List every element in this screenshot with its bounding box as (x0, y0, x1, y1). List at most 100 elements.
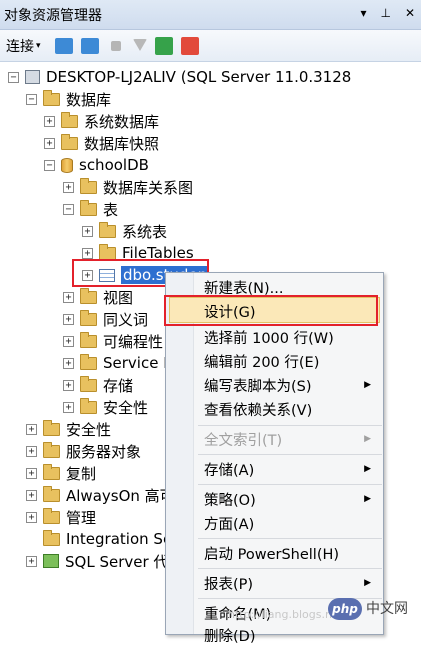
menu-item-facets[interactable]: 方面(A) (204, 511, 379, 535)
tree-node-diagrams[interactable]: + 数据库关系图 (63, 176, 193, 198)
tree-node-system-databases[interactable]: + 系统数据库 (44, 110, 159, 132)
tree-label: schoolDB (79, 156, 149, 174)
menu-label: 报表(P) (204, 576, 254, 593)
expand-icon[interactable]: + (82, 247, 93, 259)
watermark-badge: php (328, 598, 362, 620)
tree-node-agent[interactable]: + SQL Server 代理 (26, 550, 183, 572)
expand-icon[interactable]: + (26, 423, 37, 435)
tree-node-management[interactable]: + 管理 (26, 506, 96, 528)
menu-item-select-top[interactable]: 选择前 1000 行(W) (204, 325, 379, 349)
collapse-icon[interactable]: − (26, 93, 37, 105)
tree-node-security-db[interactable]: + 安全性 (63, 396, 148, 418)
tree-label: 管理 (66, 508, 97, 527)
menu-item-script-table[interactable]: 编写表脚本为(S) ▶ (204, 373, 379, 397)
tree-label: 系统数据库 (84, 112, 160, 131)
tree-node-tables[interactable]: − 表 (63, 198, 118, 220)
expand-icon[interactable]: + (44, 115, 55, 127)
folder-icon (61, 111, 78, 128)
menu-item-policies[interactable]: 策略(O) ▶ (204, 487, 379, 511)
filter-icon[interactable] (132, 38, 147, 53)
tree-node-server-objects[interactable]: + 服务器对象 (26, 440, 141, 462)
tree-label: 安全性 (66, 420, 112, 439)
menu-separator (198, 425, 382, 426)
menu-label: 编写表脚本为(S) (204, 378, 312, 395)
folder-icon (80, 375, 97, 392)
folder-icon (80, 353, 97, 370)
menu-item-powershell[interactable]: 启动 PowerShell(H) (204, 541, 379, 565)
connect-label: 连接 (6, 38, 34, 55)
expand-icon[interactable]: + (63, 335, 74, 347)
menu-label: 查看依赖关系(V) (204, 402, 313, 419)
stop-icon[interactable] (110, 40, 121, 51)
expand-icon[interactable]: + (26, 555, 37, 567)
tree-node-snapshots[interactable]: + 数据库快照 (44, 132, 159, 154)
expand-icon[interactable]: + (63, 291, 74, 303)
tree-node-replication[interactable]: + 复制 (26, 462, 96, 484)
menu-item-delete[interactable]: 删除(D) (204, 623, 379, 647)
tree-node-system-tables[interactable]: + 系统表 (82, 220, 167, 242)
tree-node-programmability[interactable]: + 可编程性 (63, 330, 163, 352)
tree-label: Integration Se (66, 530, 173, 548)
watermark-url: http://liang.blogs.net (228, 608, 344, 621)
expand-icon[interactable]: + (26, 445, 37, 457)
tree-node-synonyms[interactable]: + 同义词 (63, 308, 148, 330)
expand-icon[interactable]: + (63, 401, 74, 413)
panel-controls: ▾ ⊥ ✕ (360, 6, 415, 20)
menu-item-reports[interactable]: 报表(P) ▶ (204, 571, 379, 595)
panel-title: 对象资源管理器 (4, 7, 102, 24)
tree-node-server[interactable]: − DESKTOP-LJ2ALIV (SQL Server 11.0.3128 (8, 66, 351, 88)
chevron-down-icon: ▾ (36, 40, 41, 51)
menu-gutter (166, 273, 194, 634)
tree-label: 系统表 (122, 222, 168, 241)
tree-node-storage[interactable]: + 存储 (63, 374, 133, 396)
submenu-arrow-icon: ▶ (364, 380, 371, 390)
disconnect-icon[interactable] (80, 37, 99, 54)
expand-icon[interactable]: + (26, 511, 37, 523)
tree-node-schooldb[interactable]: − schoolDB (44, 154, 149, 176)
menu-item-view-dependencies[interactable]: 查看依赖关系(V) (204, 397, 379, 421)
tree-label: AlwaysOn 高可 (66, 486, 175, 505)
close-icon[interactable]: ✕ (405, 6, 415, 20)
tree-node-databases[interactable]: − 数据库 (26, 88, 111, 110)
dropdown-icon[interactable]: ▾ (360, 6, 366, 20)
folder-icon (43, 485, 60, 502)
folder-icon (43, 441, 60, 458)
tree-node-service-broker[interactable]: + Service B (63, 352, 174, 374)
menu-label: 选择前 1000 行(W) (204, 330, 334, 347)
expand-icon[interactable]: + (44, 137, 55, 149)
expand-icon[interactable]: + (63, 313, 74, 325)
pin-icon[interactable]: ⊥ (380, 6, 390, 20)
tree-node-views[interactable]: + 视图 (63, 286, 133, 308)
tree-label: DESKTOP-LJ2ALIV (SQL Server 11.0.3128 (46, 68, 352, 86)
expand-icon[interactable]: + (63, 181, 74, 193)
collapse-icon[interactable]: − (8, 71, 19, 83)
collapse-icon[interactable]: − (44, 159, 55, 171)
refresh-icon[interactable] (154, 36, 173, 55)
activity-monitor-icon[interactable] (180, 36, 199, 55)
menu-item-edit-top[interactable]: 编辑前 200 行(E) (204, 349, 379, 373)
connect-button[interactable]: 连接 ▾ (6, 36, 41, 56)
folder-icon (80, 199, 97, 216)
tree-label: 数据库 (66, 90, 112, 109)
connect-server-icon[interactable] (54, 37, 73, 54)
tree-label: Service B (103, 354, 174, 372)
expand-icon[interactable]: + (63, 379, 74, 391)
highlight-box-design (164, 295, 378, 326)
collapse-icon[interactable]: − (63, 203, 74, 215)
menu-item-storage[interactable]: 存储(A) ▶ (204, 457, 379, 481)
tree-label: 数据库关系图 (103, 178, 194, 197)
expand-icon[interactable]: + (26, 467, 37, 479)
tree-node-security[interactable]: + 安全性 (26, 418, 111, 440)
folder-icon (99, 221, 116, 238)
tree-node-alwayson[interactable]: + AlwaysOn 高可 (26, 484, 175, 506)
submenu-arrow-icon: ▶ (364, 494, 371, 504)
folder-icon (61, 133, 78, 150)
menu-label: 删除(D) (204, 628, 256, 645)
expand-icon[interactable]: + (63, 357, 74, 369)
tree-label: 安全性 (103, 398, 149, 417)
expand-icon[interactable]: + (26, 489, 37, 501)
expand-icon[interactable]: + (82, 225, 93, 237)
menu-label: 全文索引(T) (204, 432, 283, 449)
tree-label: 表 (103, 200, 119, 219)
tree-node-integration[interactable]: Integration Se (26, 528, 172, 550)
